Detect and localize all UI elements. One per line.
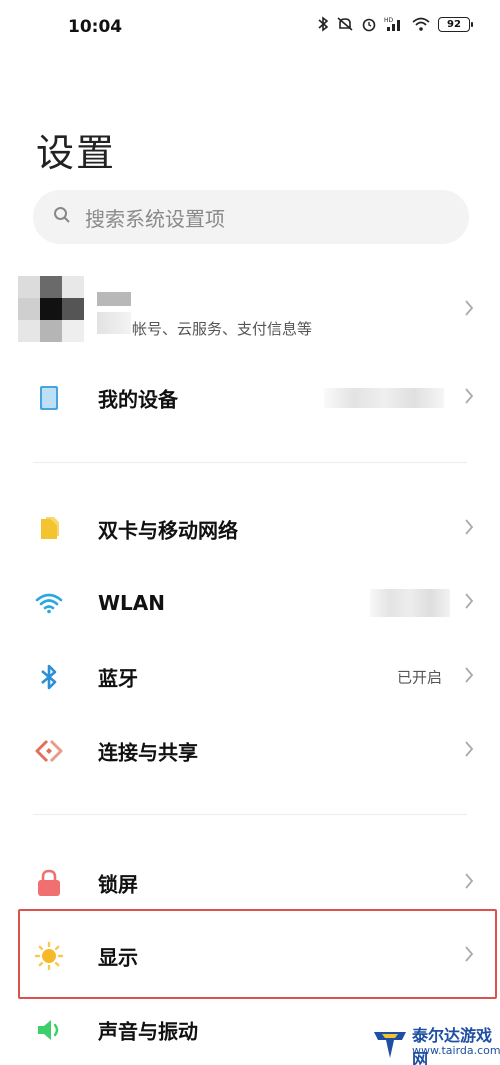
wifi-icon xyxy=(32,586,66,620)
mute-icon xyxy=(336,16,354,32)
status-bar: 10:04 HD 92 xyxy=(0,0,500,56)
battery-icon: 92 xyxy=(438,16,473,32)
watermark-logo-icon xyxy=(372,1024,408,1064)
status-icons: HD 92 xyxy=(317,16,473,32)
account-name-blurred xyxy=(97,292,131,306)
svg-text:HD: HD xyxy=(384,17,394,24)
chevron-right-icon xyxy=(464,740,474,762)
wlan-label: WLAN xyxy=(98,591,166,615)
chevron-right-icon xyxy=(464,299,474,321)
device-icon xyxy=(32,381,66,415)
account-name-blurred-2 xyxy=(97,312,131,334)
divider xyxy=(33,814,467,815)
chevron-right-icon xyxy=(464,872,474,894)
bluetooth-label: 蓝牙 xyxy=(98,666,138,691)
page-title: 设置 xyxy=(36,131,117,175)
my-device-label: 我的设备 xyxy=(98,387,178,412)
watermark: 泰尔达游戏网 www.tairda.com xyxy=(370,1020,500,1065)
dual-sim-label: 双卡与移动网络 xyxy=(98,518,238,543)
search-icon xyxy=(53,206,71,228)
sound-vibration-label: 声音与振动 xyxy=(98,1019,198,1044)
my-device-row[interactable]: 我的设备 xyxy=(0,361,500,435)
highlight-box xyxy=(18,909,497,999)
bluetooth-icon xyxy=(32,660,66,694)
divider xyxy=(33,462,467,463)
search-input[interactable]: 搜索系统设置项 xyxy=(33,190,469,244)
chevron-right-icon xyxy=(464,666,474,688)
account-row[interactable]: 帐号、云服务、支付信息等 xyxy=(0,270,500,350)
connection-share-icon xyxy=(32,734,66,768)
dual-sim-row[interactable]: 双卡与移动网络 xyxy=(0,492,500,566)
signal-icon: HD xyxy=(384,16,404,32)
chevron-right-icon xyxy=(464,518,474,540)
lock-screen-label: 锁屏 xyxy=(98,872,138,897)
lock-icon xyxy=(32,866,66,900)
speaker-icon xyxy=(32,1013,66,1047)
connection-share-row[interactable]: 连接与共享 xyxy=(0,714,500,788)
watermark-url: www.tairda.com xyxy=(412,1044,500,1057)
chevron-right-icon xyxy=(464,592,474,614)
wifi-icon xyxy=(411,16,431,32)
chevron-right-icon xyxy=(464,387,474,409)
search-placeholder: 搜索系统设置项 xyxy=(85,206,225,231)
connection-share-label: 连接与共享 xyxy=(98,740,198,765)
device-name-blurred xyxy=(324,388,444,408)
wifi-name-blurred xyxy=(370,589,450,617)
alarm-icon xyxy=(361,16,377,32)
bluetooth-row[interactable]: 蓝牙 已开启 xyxy=(0,640,500,714)
bluetooth-status: 已开启 xyxy=(396,668,442,687)
wlan-row[interactable]: WLAN xyxy=(0,566,500,640)
bluetooth-icon xyxy=(317,16,329,32)
status-time: 10:04 xyxy=(68,17,123,37)
account-subtitle: 帐号、云服务、支付信息等 xyxy=(132,320,313,338)
avatar xyxy=(18,276,84,342)
sim-card-icon xyxy=(32,512,66,546)
